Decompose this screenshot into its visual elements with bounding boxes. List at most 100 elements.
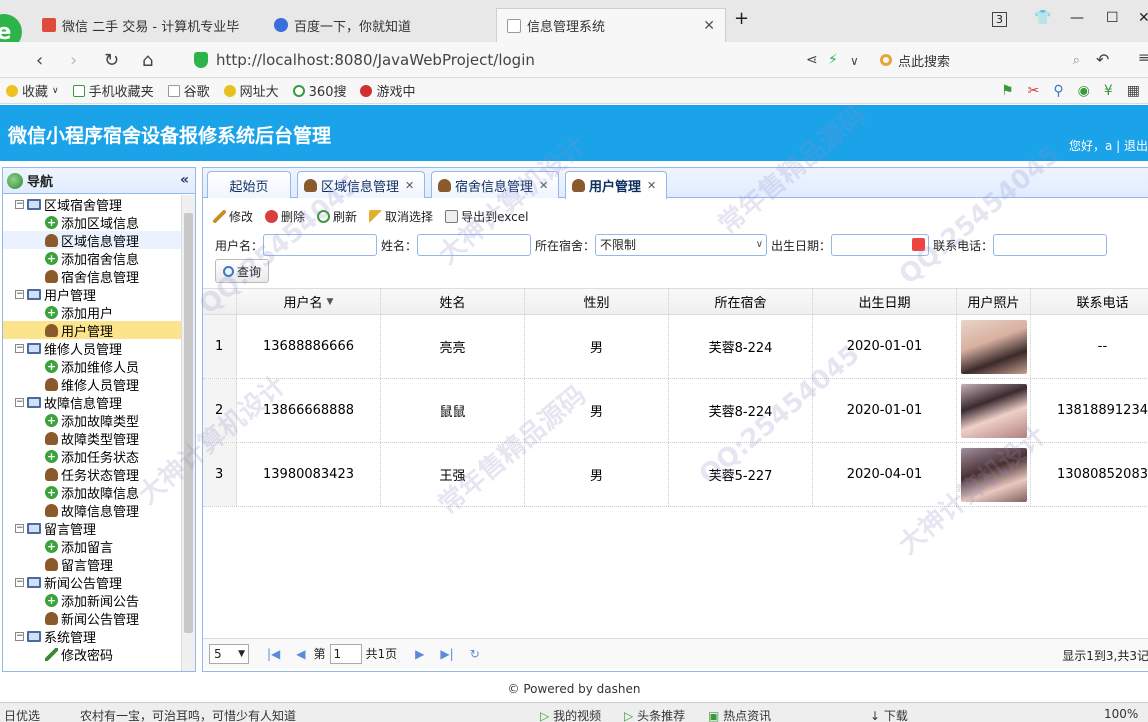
user-greeting[interactable]: 您好，a | 退出 — [1069, 137, 1148, 154]
first-page-icon[interactable]: |◀ — [267, 647, 280, 661]
close-tab-icon[interactable]: ✕ — [405, 179, 414, 192]
col-phone[interactable]: 联系电话 — [1031, 289, 1148, 314]
close-tab-icon[interactable]: ✕ — [647, 179, 656, 192]
sidebar-group[interactable]: − 区域宿舍管理 — [3, 195, 181, 214]
sidebar-item[interactable]: 故障信息管理 — [3, 501, 181, 520]
table-row[interactable]: 2 13866668888 鼠鼠男芙蓉8-224 2020-01-01 13818891… — [203, 379, 1148, 443]
new-tab-icon[interactable]: + — [734, 8, 749, 29]
back-icon[interactable]: ‹ — [36, 50, 43, 71]
maximize-icon[interactable]: ☐ — [1106, 10, 1119, 26]
col-birth[interactable]: 出生日期 — [813, 289, 957, 314]
bookmark-360[interactable]: 360搜 — [292, 81, 346, 100]
page-input[interactable]: 1 — [329, 643, 362, 664]
zoom-level[interactable]: 100% — [1104, 707, 1138, 721]
next-page-icon[interactable]: ▶ — [415, 647, 424, 661]
col-dorm[interactable]: 所在宿舍 — [669, 289, 813, 314]
sidebar-group[interactable]: − 故障信息管理 — [3, 393, 181, 412]
sidebar-group[interactable]: − 用户管理 — [3, 285, 181, 304]
reload-icon[interactable]: ↻ — [470, 647, 480, 661]
close-tab-icon[interactable]: ✕ — [539, 179, 548, 192]
delete-button[interactable]: 删除 — [265, 208, 305, 225]
sidebar-item[interactable]: 修改密码 — [3, 645, 181, 664]
collapse-toggle-icon[interactable]: − — [15, 397, 24, 407]
tab-home[interactable]: 起始页 — [207, 171, 291, 198]
video-link[interactable]: ▷ 我的视频 — [540, 707, 601, 722]
name-input[interactable] — [417, 234, 532, 256]
last-page-icon[interactable]: ▶| — [440, 647, 453, 661]
table-row[interactable]: 3 13980083423 王强男芙蓉5-227 2020-04-01 13080852… — [203, 443, 1148, 507]
collapse-toggle-icon[interactable]: − — [15, 631, 24, 641]
sidebar-item[interactable]: + 添加宿舍信息 — [3, 249, 181, 268]
collapse-toggle-icon[interactable]: − — [15, 523, 24, 533]
shirt-icon[interactable]: 👕 — [1034, 10, 1051, 26]
headline-link[interactable]: ▷ 头条推荐 — [624, 707, 685, 722]
browser-tab-1[interactable]: 微信 二手 交易 - 计算机专业毕 — [32, 8, 249, 42]
birth-date-input[interactable] — [831, 234, 930, 256]
refresh-button[interactable]: 刷新 — [317, 208, 357, 225]
extension-icon[interactable]: ⚑ — [1001, 83, 1014, 99]
money-icon[interactable]: ¥ — [1104, 83, 1113, 99]
phone-input[interactable] — [993, 234, 1108, 256]
sidebar-group[interactable]: − 新闻公告管理 — [3, 573, 181, 592]
hot-news-link[interactable]: ▣ 热点资讯 — [708, 707, 771, 722]
sidebar-item[interactable]: 故障类型管理 — [3, 429, 181, 448]
unselect-button[interactable]: 取消选择 — [369, 208, 433, 225]
bolt-icon[interactable]: ⚡ — [828, 52, 838, 68]
sidebar-group[interactable]: − 留言管理 — [3, 519, 181, 538]
bookmark-sites[interactable]: 网址大 — [223, 81, 279, 100]
collapse-toggle-icon[interactable]: − — [15, 199, 24, 209]
sidebar-item[interactable]: + 添加任务状态 — [3, 447, 181, 466]
calendar-icon[interactable] — [912, 238, 926, 251]
col-photo[interactable]: 用户照片 — [957, 289, 1031, 314]
sidebar-item[interactable]: 维修人员管理 — [3, 375, 181, 394]
sidebar-item[interactable]: 宿舍信息管理 — [3, 267, 181, 286]
bookmark-google[interactable]: 谷歌 — [167, 81, 210, 100]
grid-icon[interactable]: ▦ — [1127, 83, 1140, 99]
edit-button[interactable]: 修改 — [213, 208, 253, 225]
col-name[interactable]: 姓名 — [381, 289, 525, 314]
browser-tab-3[interactable]: 信息管理系统 ✕ — [496, 8, 726, 42]
col-username[interactable]: 用户名 ▼ — [237, 289, 381, 314]
sidebar-item[interactable]: + 添加区域信息 — [3, 213, 181, 232]
bookmark-games[interactable]: 游戏中 — [360, 81, 416, 100]
close-tab-icon[interactable]: ✕ — [703, 18, 715, 34]
page-size-select[interactable]: 5 ▼ — [209, 643, 249, 664]
dropdown-chevron-icon[interactable]: ∨ — [850, 54, 859, 68]
close-window-icon[interactable]: ✕ — [1138, 10, 1148, 26]
search-icon[interactable]: ⌕ — [1073, 53, 1080, 68]
gamepad-icon[interactable]: ◉ — [1078, 83, 1090, 99]
magnifier-icon[interactable]: ⚲ — [1053, 83, 1063, 99]
sidebar-item[interactable]: + 添加故障类型 — [3, 411, 181, 430]
sidebar-group[interactable]: − 维修人员管理 — [3, 339, 181, 358]
menu-icon[interactable]: ≡ — [1138, 50, 1148, 66]
sidebar-item[interactable]: + 添加故障信息 — [3, 483, 181, 502]
sidebar-scrollbar[interactable] — [181, 195, 195, 671]
sidebar-item[interactable]: 区域信息管理 — [3, 231, 181, 250]
browser-tab-2[interactable]: 百度一下，你就知道 — [264, 8, 421, 42]
sidebar-item[interactable]: + 添加维修人员 — [3, 357, 181, 376]
sidebar-item[interactable]: + 添加用户 — [3, 303, 181, 322]
tab-user-manage[interactable]: 用户管理 ✕ — [565, 171, 667, 199]
sidebar-item[interactable]: 任务状态管理 — [3, 465, 181, 484]
share-icon[interactable]: ⋖ — [806, 52, 818, 68]
search-box[interactable]: 点此搜索 ⌕ — [880, 48, 1080, 72]
query-button[interactable]: 查询 — [215, 259, 269, 283]
url-field[interactable]: http://localhost:8080/JavaWebProject/log… — [194, 48, 794, 72]
collapse-toggle-icon[interactable]: − — [15, 577, 24, 587]
download-link[interactable]: ↓ 下载 — [870, 707, 908, 722]
export-button[interactable]: 导出到excel — [445, 208, 528, 225]
prev-page-icon[interactable]: ◀ — [296, 647, 305, 661]
col-gender[interactable]: 性别 — [525, 289, 669, 314]
bookmark-mobile[interactable]: 手机收藏夹 — [72, 81, 154, 100]
sidebar-item[interactable]: 留言管理 — [3, 555, 181, 574]
sidebar-item[interactable]: + 添加留言 — [3, 537, 181, 556]
sidebar-item[interactable]: 用户管理 — [3, 321, 181, 340]
tab-dorm-info[interactable]: 宿舍信息管理 ✕ — [431, 171, 559, 198]
tab-area-info[interactable]: 区域信息管理 ✕ — [297, 171, 425, 198]
sidebar-item[interactable]: 新闻公告管理 — [3, 609, 181, 628]
username-input[interactable] — [263, 234, 378, 256]
reload-icon[interactable]: ↻ — [104, 50, 119, 71]
tool-icon[interactable]: ✂ — [1028, 83, 1040, 99]
dorm-select[interactable]: 不限制 ∨ — [595, 234, 768, 256]
forward-icon[interactable]: › — [70, 50, 77, 71]
